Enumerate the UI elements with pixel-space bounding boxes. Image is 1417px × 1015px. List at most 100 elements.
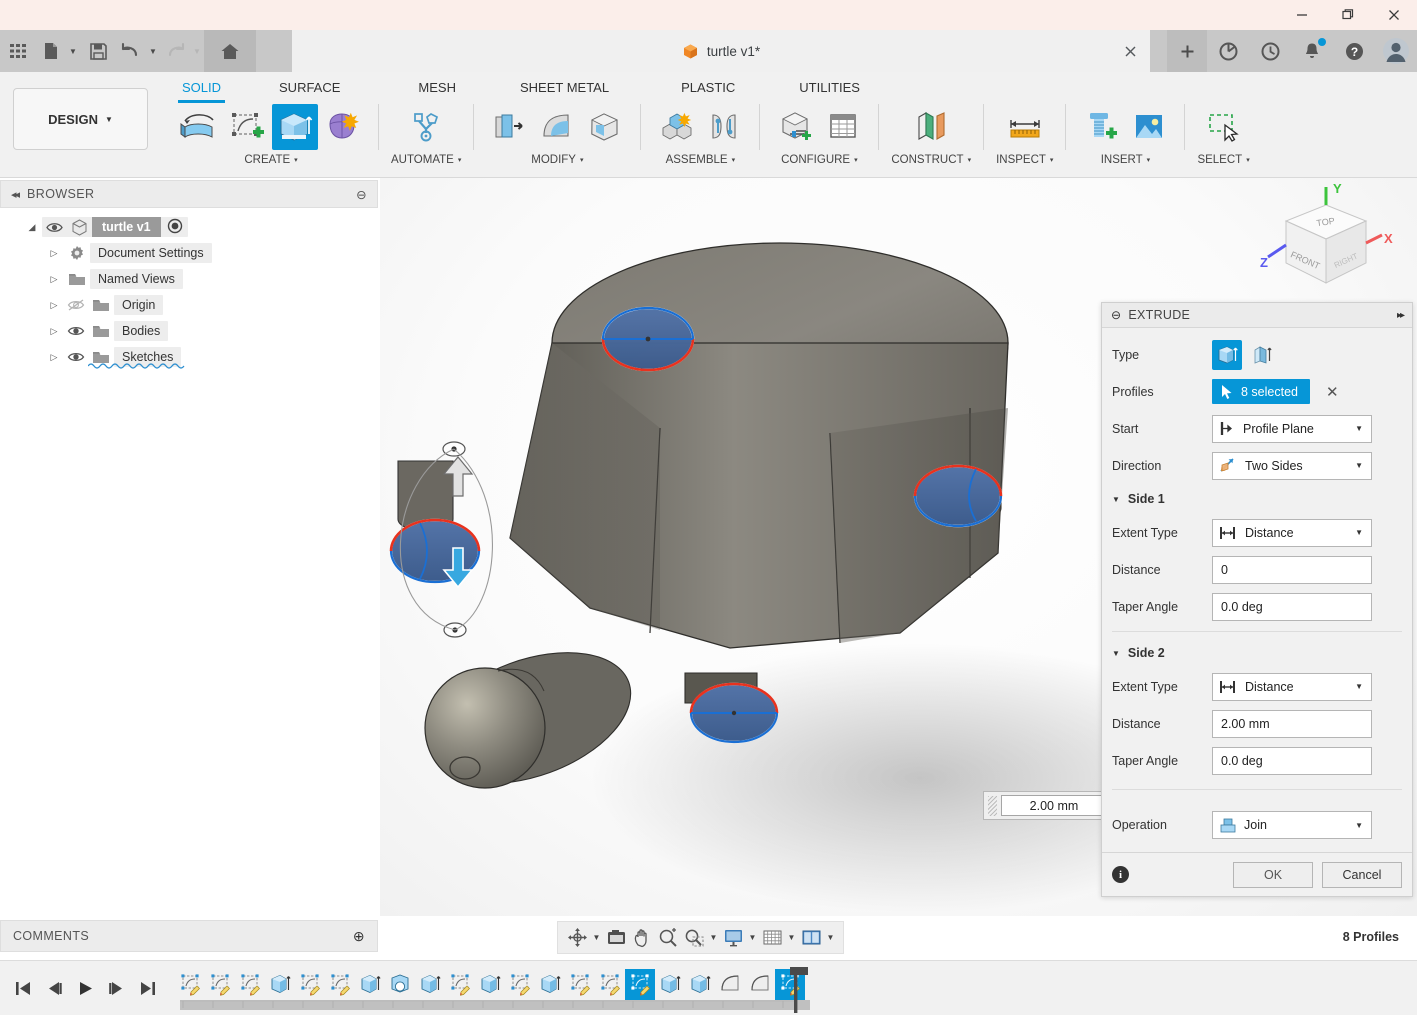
tree-item-bodies[interactable]: ▷ Bodies bbox=[0, 318, 380, 344]
create-sketch-icon[interactable] bbox=[224, 104, 270, 150]
section-side2[interactable]: ▼ Side 2 bbox=[1112, 638, 1402, 668]
side1-taper-input[interactable]: 0.0 deg bbox=[1212, 592, 1372, 621]
expander-icon[interactable]: ▷ bbox=[44, 300, 64, 311]
timeline-feature-sketch[interactable] bbox=[565, 969, 595, 1000]
pan-icon[interactable] bbox=[629, 924, 655, 952]
selected-profile[interactable] bbox=[689, 682, 779, 744]
go-to-beginning-icon[interactable] bbox=[8, 973, 39, 1003]
section-side1[interactable]: ▼ Side 1 bbox=[1112, 484, 1402, 514]
triangle-down-icon[interactable]: ▼ bbox=[1112, 649, 1120, 658]
cancel-button[interactable]: Cancel bbox=[1322, 861, 1402, 888]
tab-plastic[interactable]: PLASTIC bbox=[667, 74, 749, 100]
new-file-caret-icon[interactable]: ▼ bbox=[66, 30, 80, 72]
chevron-down-icon[interactable]: ▼ bbox=[1355, 682, 1363, 691]
document-tab-close-icon[interactable] bbox=[1121, 42, 1139, 60]
ribbon-group-select-label[interactable]: SELECT ▾ bbox=[1197, 150, 1249, 170]
timeline-feature-sketch[interactable] bbox=[505, 969, 535, 1000]
extrude-dialog[interactable]: ⊖ EXTRUDE ▸▸ Type Profiles 8 selected ✕ … bbox=[1101, 302, 1413, 897]
tab-sheet-metal[interactable]: SHEET METAL bbox=[506, 74, 623, 100]
go-to-end-icon[interactable] bbox=[132, 973, 163, 1003]
timeline-feature-extrude[interactable] bbox=[415, 969, 445, 1000]
chevron-down-icon[interactable]: ▼ bbox=[1355, 461, 1363, 470]
timeline-feature-sketch[interactable] bbox=[595, 969, 625, 1000]
visibility-eye-off-icon[interactable] bbox=[64, 298, 88, 312]
distance-input-side2[interactable]: 2.00 mm bbox=[1001, 795, 1107, 816]
press-pull-icon[interactable] bbox=[486, 104, 532, 150]
tree-item-root[interactable]: ◢ turtle v1 bbox=[0, 214, 380, 240]
timeline-feature-sketch-selected[interactable] bbox=[625, 969, 655, 1000]
timeline-feature-extrude[interactable] bbox=[355, 969, 385, 1000]
display-settings-icon[interactable] bbox=[720, 924, 746, 952]
zoom-window-icon[interactable] bbox=[681, 924, 707, 952]
operation-dropdown[interactable]: Join ▼ bbox=[1212, 811, 1372, 839]
timeline-feature-sketch[interactable] bbox=[175, 969, 205, 1000]
add-comment-icon[interactable]: ⊕ bbox=[353, 928, 365, 945]
tree-item-document-settings[interactable]: ▷ Document Settings bbox=[0, 240, 380, 266]
configuration-table-icon[interactable] bbox=[820, 104, 866, 150]
comments-panel[interactable]: COMMENTS ⊕ bbox=[0, 920, 378, 952]
ribbon-group-configure-label[interactable]: CONFIGURE ▾ bbox=[781, 150, 858, 170]
expander-icon[interactable]: ▷ bbox=[44, 352, 64, 363]
home-icon[interactable] bbox=[204, 30, 256, 72]
timeline-feature-sketch[interactable] bbox=[445, 969, 475, 1000]
workspace-selector[interactable]: DESIGN ▼ bbox=[13, 88, 148, 150]
info-icon[interactable]: i bbox=[1112, 866, 1129, 883]
chevron-down-icon[interactable]: ▼ bbox=[1355, 528, 1363, 537]
tab-utilities[interactable]: UTILITIES bbox=[785, 74, 874, 100]
ok-button[interactable]: OK bbox=[1233, 861, 1313, 888]
zoom-window-caret-icon[interactable]: ▼ bbox=[707, 924, 720, 952]
side2-extent-type-dropdown[interactable]: Distance ▼ bbox=[1212, 672, 1372, 701]
type-tapered-extrude-icon[interactable] bbox=[1248, 340, 1278, 370]
side1-distance-input[interactable]: 0 bbox=[1212, 555, 1372, 584]
timeline-feature-extrude[interactable] bbox=[535, 969, 565, 1000]
revolve-icon[interactable] bbox=[176, 104, 222, 150]
save-icon[interactable] bbox=[80, 30, 116, 72]
orbit-icon[interactable] bbox=[564, 924, 590, 952]
extrude-icon[interactable] bbox=[272, 104, 318, 150]
drag-handle-icon[interactable] bbox=[988, 795, 997, 816]
side1-extent-type-dropdown[interactable]: Distance ▼ bbox=[1212, 518, 1372, 547]
undo-caret-icon[interactable]: ▼ bbox=[146, 30, 160, 72]
automate-icon[interactable] bbox=[403, 104, 449, 150]
timeline-feature-extrude[interactable] bbox=[685, 969, 715, 1000]
display-settings-caret-icon[interactable]: ▼ bbox=[746, 924, 759, 952]
profiles-selection-button[interactable]: 8 selected bbox=[1212, 379, 1310, 404]
expand-forward-icon[interactable]: ▸▸ bbox=[1397, 310, 1405, 321]
notifications-icon[interactable] bbox=[1291, 30, 1333, 72]
ribbon-group-insert-label[interactable]: INSERT ▾ bbox=[1101, 150, 1150, 170]
type-profile-extrude-icon[interactable] bbox=[1212, 339, 1242, 370]
collapse-circle-icon[interactable]: ⊖ bbox=[1111, 308, 1121, 322]
expander-icon[interactable]: ▷ bbox=[44, 274, 64, 285]
timeline-feature-sketch[interactable] bbox=[325, 969, 355, 1000]
grid-snap-icon[interactable] bbox=[759, 924, 785, 952]
tab-mesh[interactable]: MESH bbox=[404, 74, 470, 100]
step-forward-icon[interactable] bbox=[101, 973, 132, 1003]
direction-dropdown[interactable]: Two Sides ▼ bbox=[1212, 451, 1372, 480]
triangle-down-icon[interactable]: ▼ bbox=[1112, 495, 1120, 504]
step-back-icon[interactable] bbox=[39, 973, 70, 1003]
app-grid-icon[interactable] bbox=[0, 30, 36, 72]
expander-icon[interactable]: ▷ bbox=[44, 326, 64, 337]
extensions-icon[interactable] bbox=[1207, 30, 1249, 72]
maximize-button[interactable] bbox=[1325, 0, 1371, 30]
selected-profile[interactable] bbox=[913, 464, 1003, 528]
visibility-eye-icon[interactable] bbox=[64, 324, 88, 338]
expander-icon[interactable]: ◢ bbox=[22, 222, 42, 233]
construct-plane-icon[interactable] bbox=[908, 104, 954, 150]
tree-item-sketches[interactable]: ▷ Sketches bbox=[0, 344, 380, 370]
selected-profile[interactable] bbox=[601, 306, 695, 372]
measure-icon[interactable] bbox=[1002, 104, 1048, 150]
ribbon-group-construct-label[interactable]: CONSTRUCT ▾ bbox=[891, 150, 971, 170]
timeline-feature-fillet[interactable] bbox=[715, 969, 745, 1000]
new-tab-icon[interactable] bbox=[1167, 30, 1207, 72]
clear-selection-icon[interactable]: ✕ bbox=[1326, 383, 1339, 401]
select-tool-icon[interactable] bbox=[1201, 104, 1247, 150]
account-avatar[interactable] bbox=[1375, 30, 1417, 72]
viewports-caret-icon[interactable]: ▼ bbox=[824, 924, 837, 952]
timeline-feature-sketch[interactable] bbox=[205, 969, 235, 1000]
look-at-icon[interactable] bbox=[603, 924, 629, 952]
new-file-icon[interactable] bbox=[36, 30, 66, 72]
zoom-icon[interactable] bbox=[655, 924, 681, 952]
minimize-button[interactable] bbox=[1279, 0, 1325, 30]
collapse-icon[interactable]: ◂◂ bbox=[11, 188, 20, 201]
